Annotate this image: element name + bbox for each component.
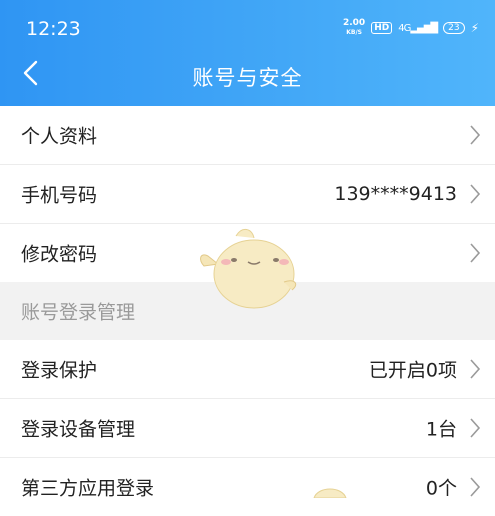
charging-icon: ⚡ (470, 21, 479, 35)
row-third-party-login[interactable]: 第三方应用登录 0个 (0, 458, 495, 516)
network-speed-unit: KB/S (346, 29, 362, 36)
row-device-management[interactable]: 登录设备管理 1台 (0, 399, 495, 458)
row-value: 1台 (425, 418, 457, 441)
chevron-right-icon (470, 359, 481, 379)
battery-icon: 23 (443, 22, 465, 34)
chevron-right-icon (470, 184, 481, 204)
chevron-right-icon (470, 477, 481, 497)
chevron-right-icon (470, 243, 481, 263)
row-label: 修改密码 (21, 243, 98, 266)
network-label: 4G (398, 22, 411, 34)
row-login-protection[interactable]: 登录保护 已开启0项 (0, 340, 495, 399)
row-value: 0个 (425, 477, 457, 500)
chevron-right-icon (470, 125, 481, 145)
section-title: 账号登录管理 (21, 301, 136, 324)
signal-icon: 4G▂▄▆█ (398, 22, 438, 34)
row-label: 登录保护 (21, 359, 98, 382)
row-profile[interactable]: 个人资料 (0, 106, 495, 165)
row-label: 个人资料 (21, 125, 98, 148)
page-title: 账号与安全 (192, 66, 303, 90)
network-speed-value: 2.00 (342, 18, 366, 28)
row-value: 已开启0项 (368, 359, 457, 382)
header-bar: 12:23 2.00 KB/S HD 4G▂▄▆█ 23 ⚡ 账号与安全 (0, 0, 495, 106)
network-speed: 2.00 KB/S (343, 19, 365, 37)
status-time: 12:23 (26, 18, 81, 40)
status-icons: 2.00 KB/S HD 4G▂▄▆█ 23 ⚡ (343, 19, 479, 37)
row-phone[interactable]: 手机号码 139****9413 (0, 165, 495, 224)
row-label: 手机号码 (21, 184, 98, 207)
row-label: 登录设备管理 (21, 418, 136, 441)
chevron-right-icon (470, 418, 481, 438)
phone-number: 139****9413 (334, 183, 457, 205)
mascot-sticker-icon (200, 229, 297, 309)
row-label: 第三方应用登录 (21, 477, 155, 500)
hd-icon: HD (371, 22, 393, 34)
